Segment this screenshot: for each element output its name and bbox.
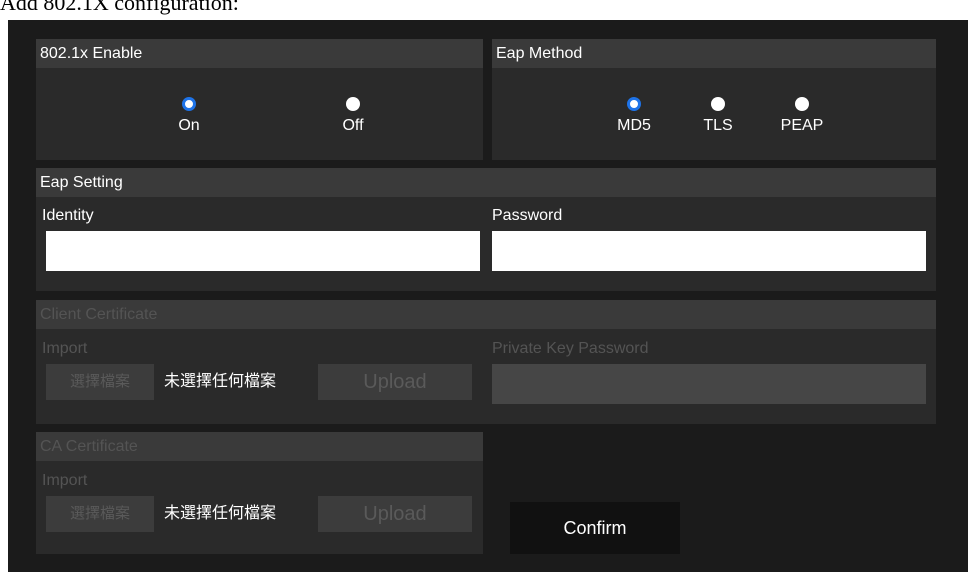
- eap-setting-title: Eap Setting: [36, 168, 936, 197]
- radio-md5[interactable]: MD5: [606, 97, 662, 135]
- radio-md5-indicator[interactable]: [627, 97, 641, 111]
- page-caption: Add 802.1X configuration:: [0, 0, 239, 15]
- radio-tls[interactable]: TLS: [693, 97, 743, 135]
- private-key-label: Private Key Password: [492, 340, 649, 357]
- password-label: Password: [492, 207, 563, 224]
- radio-on-indicator[interactable]: [182, 97, 196, 111]
- identity-input[interactable]: [46, 231, 480, 271]
- enable-panel: 802.1x Enable On Off: [36, 39, 483, 160]
- radio-tls-indicator[interactable]: [711, 97, 725, 111]
- radio-peap[interactable]: PEAP: [774, 97, 830, 135]
- client-file-status: 未選擇任何檔案: [164, 373, 277, 390]
- radio-off-label: Off: [342, 117, 364, 134]
- eap-method-title: Eap Method: [492, 39, 936, 68]
- client-certificate-title: Client Certificate: [36, 300, 936, 329]
- radio-tls-label: TLS: [703, 117, 733, 134]
- radio-on[interactable]: On: [164, 97, 214, 135]
- ca-file-status: 未選擇任何檔案: [164, 505, 277, 522]
- confirm-button[interactable]: Confirm: [510, 502, 680, 554]
- password-input[interactable]: [492, 231, 926, 271]
- radio-md5-label: MD5: [617, 117, 651, 134]
- client-choose-file-button[interactable]: 選擇檔案: [46, 364, 154, 400]
- client-import-label: Import: [42, 340, 88, 357]
- enable-panel-title: 802.1x Enable: [36, 39, 483, 68]
- radio-off-indicator[interactable]: [346, 97, 360, 111]
- identity-label: Identity: [42, 207, 94, 224]
- radio-peap-indicator[interactable]: [795, 97, 809, 111]
- ca-choose-file-button[interactable]: 選擇檔案: [46, 496, 154, 532]
- ca-certificate-panel: CA Certificate Import 選擇檔案 未選擇任何檔案 Uploa…: [36, 432, 483, 554]
- client-certificate-panel: Client Certificate Import 選擇檔案 未選擇任何檔案 U…: [36, 300, 936, 424]
- config-frame: 802.1x Enable On Off Eap Method MD5 TLS …: [8, 20, 968, 572]
- ca-certificate-title: CA Certificate: [36, 432, 483, 461]
- client-upload-button[interactable]: Upload: [318, 364, 472, 400]
- eap-method-panel: Eap Method MD5 TLS PEAP: [492, 39, 936, 160]
- ca-import-label: Import: [42, 472, 88, 489]
- ca-upload-button[interactable]: Upload: [318, 496, 472, 532]
- radio-off[interactable]: Off: [328, 97, 378, 135]
- private-key-input[interactable]: [492, 364, 926, 404]
- eap-setting-panel: Eap Setting Identity Password: [36, 168, 936, 291]
- radio-on-label: On: [178, 117, 200, 134]
- radio-peap-label: PEAP: [780, 117, 824, 134]
